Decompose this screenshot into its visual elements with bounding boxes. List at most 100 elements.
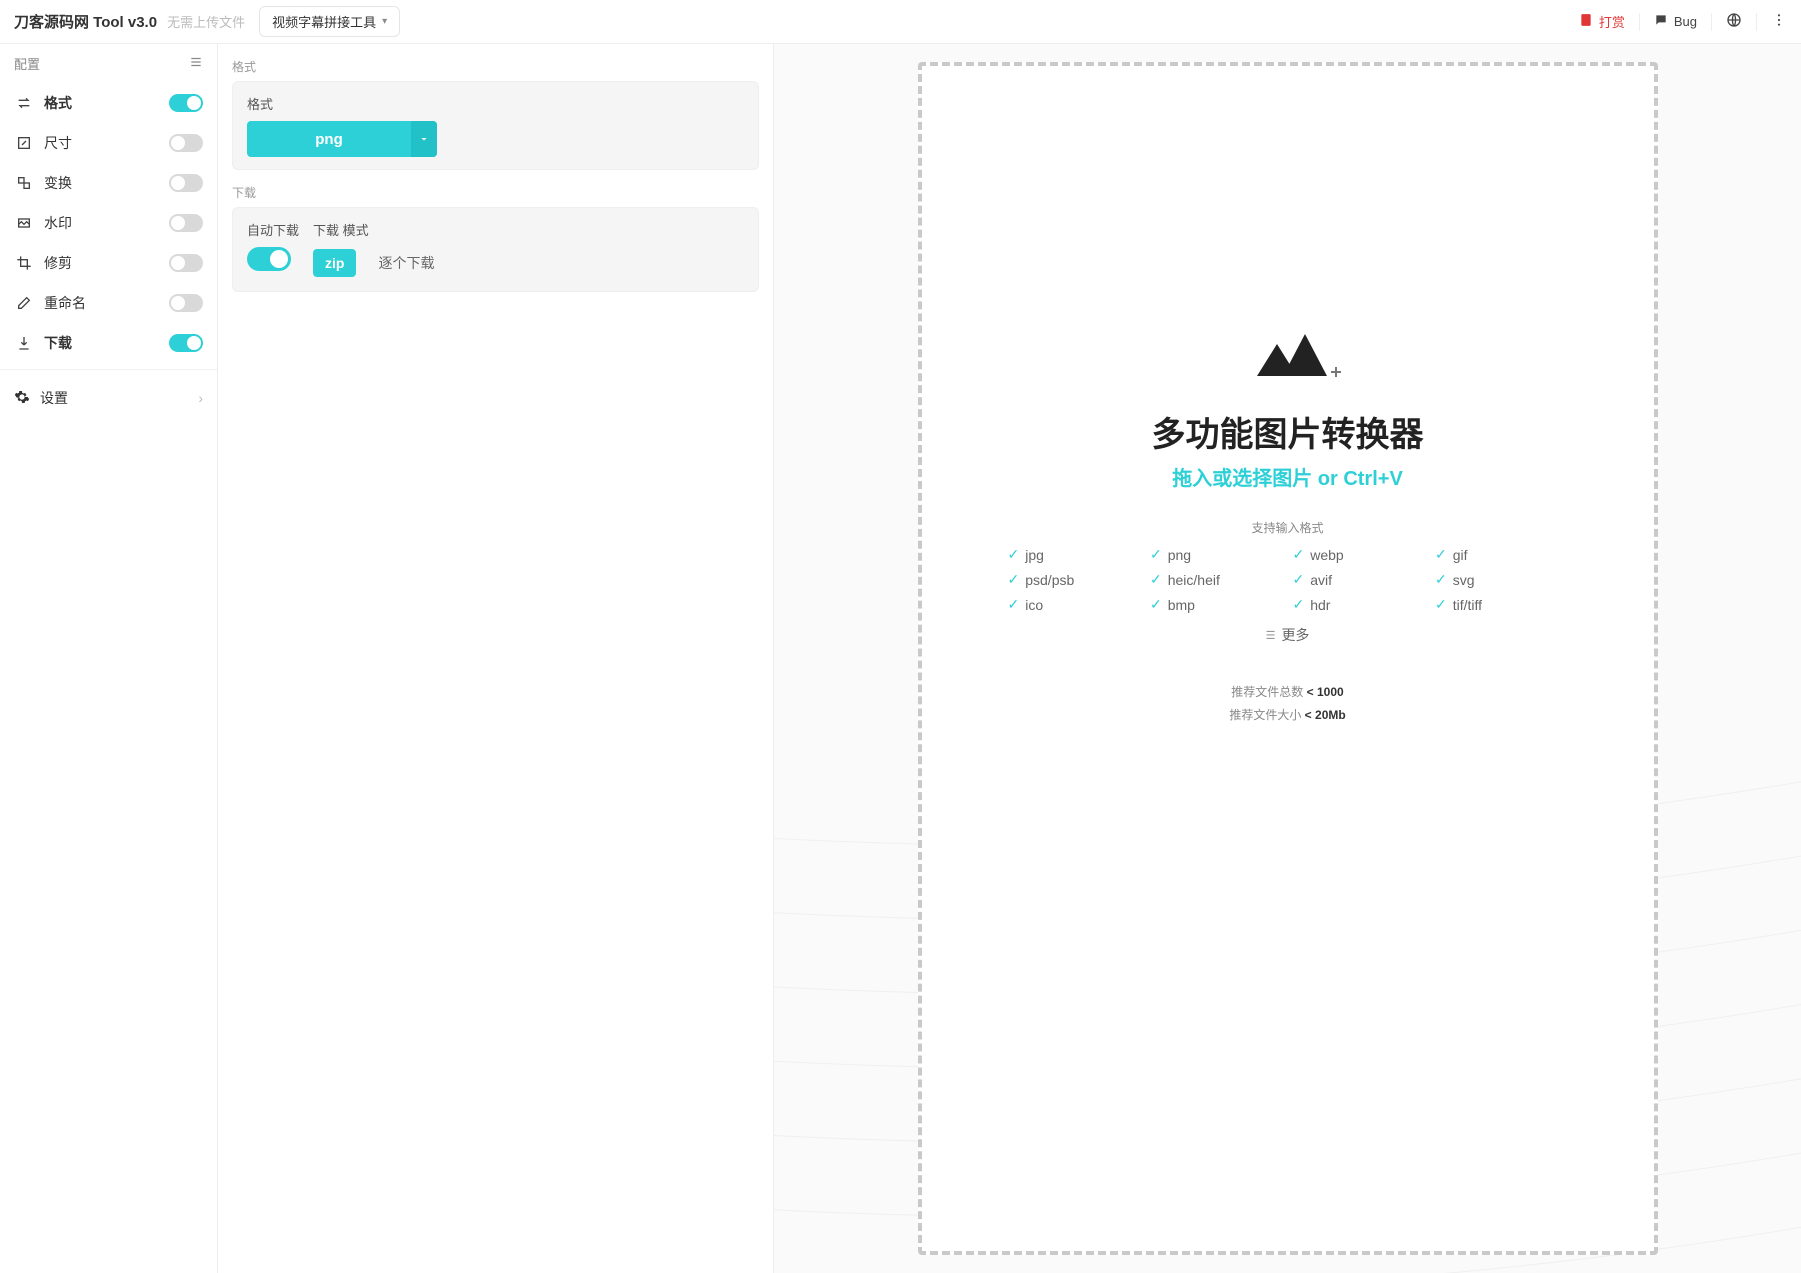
drop-title: 多功能图片转换器: [1152, 407, 1424, 456]
format-item: ✓psd/psb: [1008, 571, 1141, 588]
resize-icon: [14, 135, 34, 151]
format-field-label: 格式: [247, 94, 744, 113]
download-section-title: 下载: [232, 184, 759, 201]
sidebar-item-transform[interactable]: 变换: [0, 163, 217, 203]
sidebar-title: 配置: [14, 54, 40, 73]
format-item: ✓jpg: [1008, 546, 1141, 563]
sidebar-item-format[interactable]: 格式: [0, 83, 217, 123]
download-mode-each[interactable]: 逐个下载: [364, 247, 448, 279]
format-item: ✓png: [1150, 546, 1283, 563]
watermark-icon: [14, 215, 34, 231]
format-item: ✓ico: [1008, 596, 1141, 613]
toggle-download[interactable]: [169, 334, 203, 352]
sidebar-item-label: 变换: [44, 173, 169, 193]
edit-icon: [14, 295, 34, 311]
download-icon: [14, 335, 34, 351]
sidebar-item-rename[interactable]: 重命名: [0, 283, 217, 323]
sidebar: 配置 格式 尺寸 变换 水印 修剪: [0, 44, 218, 1273]
topbar: 刀客源码网 Tool v3.0 无需上传文件 视频字幕拼接工具 ▾ 打赏 Bug: [0, 0, 1801, 44]
supported-title: 支持输入格式: [1251, 519, 1323, 536]
sidebar-item-download[interactable]: 下载: [0, 323, 217, 363]
toggle-crop[interactable]: [169, 254, 203, 272]
check-icon: ✓: [1293, 571, 1305, 588]
bug-label: Bug: [1674, 14, 1697, 29]
sidebar-item-size[interactable]: 尺寸: [0, 123, 217, 163]
tool-selector[interactable]: 视频字幕拼接工具 ▾: [259, 6, 400, 37]
sidebar-item-crop[interactable]: 修剪: [0, 243, 217, 283]
toggle-transform[interactable]: [169, 174, 203, 192]
download-mode-zip[interactable]: zip: [313, 249, 356, 277]
image-mountain-icon: [1233, 326, 1343, 389]
toggle-format[interactable]: [169, 94, 203, 112]
toggle-auto-download[interactable]: [247, 247, 291, 271]
chevron-down-icon: [411, 121, 437, 157]
auto-download-label: 自动下载: [247, 220, 299, 239]
check-icon: ✓: [1435, 571, 1447, 588]
check-icon: ✓: [1008, 596, 1020, 613]
chevron-right-icon: ›: [198, 390, 203, 406]
drop-subtitle: 拖入或选择图片 or Ctrl+V: [1172, 462, 1403, 491]
more-menu-button[interactable]: [1771, 12, 1787, 31]
list-icon[interactable]: [189, 55, 203, 72]
more-vertical-icon: [1771, 12, 1787, 31]
settings-label: 设置: [40, 388, 68, 408]
check-icon: ✓: [1150, 596, 1162, 613]
format-item: ✓avif: [1293, 571, 1426, 588]
more-formats-button[interactable]: ☰ 更多: [1266, 625, 1310, 645]
download-mode-label: 下载 模式: [313, 220, 448, 239]
sidebar-item-watermark[interactable]: 水印: [0, 203, 217, 243]
transform-icon: [14, 175, 34, 191]
sidebar-item-label: 修剪: [44, 253, 169, 273]
check-icon: ✓: [1008, 546, 1020, 563]
expand-icon: ☰: [1266, 629, 1276, 642]
donate-button[interactable]: 打赏: [1579, 12, 1625, 31]
format-item: ✓heic/heif: [1150, 571, 1283, 588]
format-item: ✓gif: [1435, 546, 1568, 563]
options-column: 格式 格式 png 下载 自动下载: [218, 44, 774, 1273]
donate-label: 打赏: [1599, 12, 1625, 31]
format-panel: 格式 格式 png: [232, 58, 759, 170]
swap-icon: [14, 95, 34, 111]
check-icon: ✓: [1435, 596, 1447, 613]
format-item: ✓bmp: [1150, 596, 1283, 613]
sidebar-item-label: 重命名: [44, 293, 169, 313]
bug-button[interactable]: Bug: [1654, 13, 1697, 30]
donate-icon: [1579, 13, 1593, 30]
message-icon: [1654, 13, 1668, 30]
format-item: ✓webp: [1293, 546, 1426, 563]
recommendations: 推荐文件总数 < 1000 推荐文件大小 < 20Mb: [1229, 681, 1345, 727]
toggle-size[interactable]: [169, 134, 203, 152]
toggle-rename[interactable]: [169, 294, 203, 312]
globe-icon: [1726, 12, 1742, 31]
format-item: ✓hdr: [1293, 596, 1426, 613]
preview-column: 多功能图片转换器 拖入或选择图片 or Ctrl+V 支持输入格式 ✓jpg ✓…: [774, 44, 1801, 1273]
tool-selector-label: 视频字幕拼接工具: [272, 12, 376, 31]
gear-icon: [14, 389, 30, 408]
chevron-down-icon: ▾: [382, 16, 387, 27]
format-item: ✓tif/tiff: [1435, 596, 1568, 613]
sidebar-item-label: 格式: [44, 93, 169, 113]
sidebar-settings[interactable]: 设置 ›: [0, 376, 217, 420]
format-section-title: 格式: [232, 58, 759, 75]
download-panel: 下载 自动下载 下载 模式 zip 逐个下载: [232, 184, 759, 292]
sidebar-item-label: 尺寸: [44, 133, 169, 153]
check-icon: ✓: [1150, 546, 1162, 563]
check-icon: ✓: [1008, 571, 1020, 588]
language-button[interactable]: [1726, 12, 1742, 31]
drop-zone[interactable]: 多功能图片转换器 拖入或选择图片 or Ctrl+V 支持输入格式 ✓jpg ✓…: [918, 62, 1658, 1255]
check-icon: ✓: [1150, 571, 1162, 588]
toggle-watermark[interactable]: [169, 214, 203, 232]
format-item: ✓svg: [1435, 571, 1568, 588]
brand: 刀客源码网 Tool v3.0: [14, 11, 157, 32]
crop-icon: [14, 255, 34, 271]
check-icon: ✓: [1435, 546, 1447, 563]
format-select-value: png: [247, 131, 411, 148]
format-select[interactable]: png: [247, 121, 437, 157]
check-icon: ✓: [1293, 596, 1305, 613]
no-upload-hint: 无需上传文件: [167, 12, 245, 31]
sidebar-item-label: 水印: [44, 213, 169, 233]
format-grid: ✓jpg ✓png ✓webp ✓gif ✓psd/psb ✓heic/heif…: [1008, 546, 1568, 613]
check-icon: ✓: [1293, 546, 1305, 563]
more-label: 更多: [1281, 625, 1309, 645]
sidebar-item-label: 下载: [44, 333, 169, 353]
